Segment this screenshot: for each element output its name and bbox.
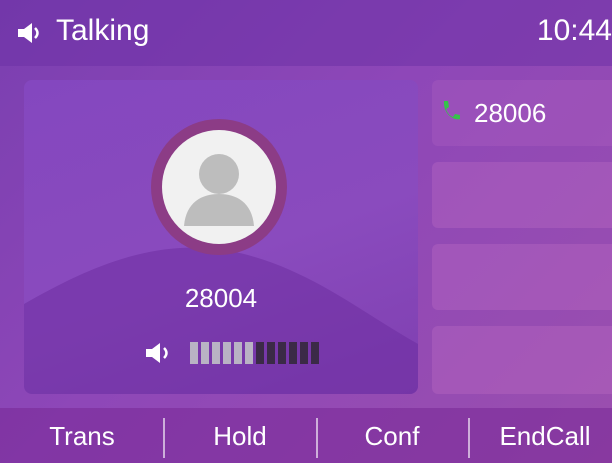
contact-avatar-icon [162,130,276,244]
end-call-button[interactable]: EndCall [478,421,612,452]
call-state-label: Talking [56,14,150,47]
speaker-icon [146,343,168,363]
volume-bars [190,342,322,364]
volume-step [311,342,319,364]
volume-step [223,342,231,364]
volume-step [245,342,253,364]
hold-button[interactable]: Hold [180,421,300,452]
line-key-label: 28006 [474,98,547,128]
line-key-3[interactable] [432,244,612,310]
volume-step [190,342,198,364]
softkey-bar: Trans Hold Conf EndCall [0,408,612,463]
phone-icon [443,101,460,120]
softkey-divider [316,418,318,458]
remote-party-number: 28004 [184,283,258,313]
volume-step [267,342,275,364]
speaker-icon [18,23,39,43]
avatar-ring [151,119,287,255]
line-key-4[interactable] [432,326,612,394]
transfer-button[interactable]: Trans [30,421,134,452]
volume-step [256,342,264,364]
conference-button[interactable]: Conf [332,421,452,452]
volume-step [278,342,286,364]
clock-time: 10:44 [536,14,612,47]
status-bar: Talking 10:44 [0,0,612,66]
line-key-1[interactable]: 28006 [432,80,612,146]
volume-step [212,342,220,364]
line-key-2[interactable] [432,162,612,228]
softkey-divider [163,418,165,458]
volume-step [300,342,308,364]
volume-step [289,342,297,364]
softkey-divider [468,418,470,458]
volume-step [234,342,242,364]
volume-step [201,342,209,364]
active-call-card: 28004 [24,80,418,394]
